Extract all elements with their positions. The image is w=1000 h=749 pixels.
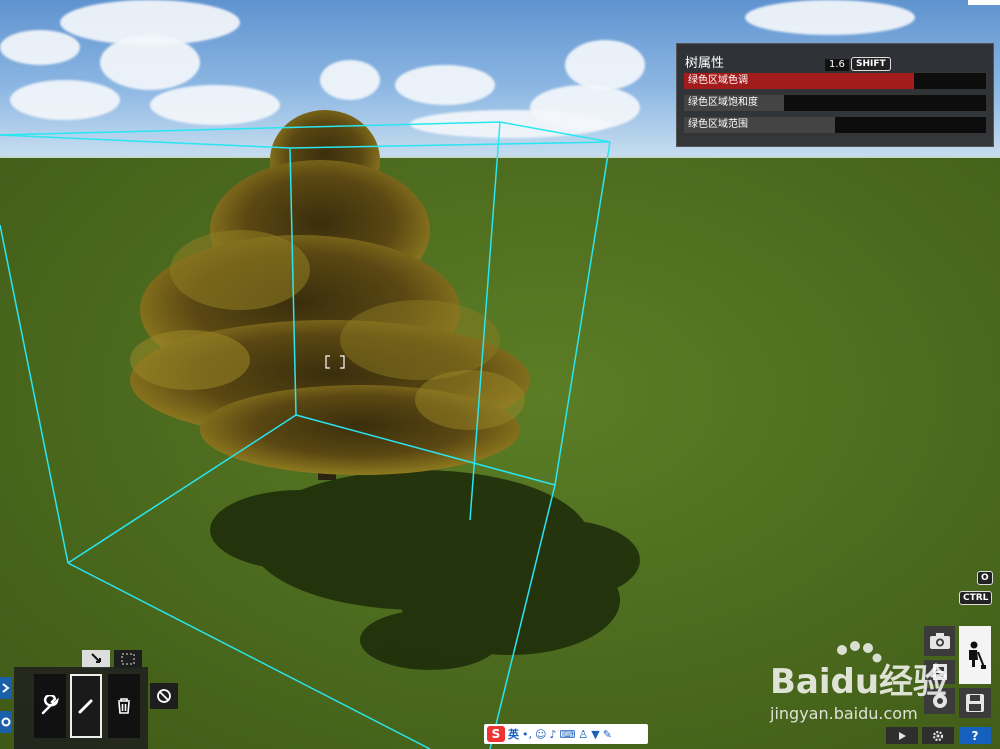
emoji-icon[interactable]: ☺ — [535, 728, 546, 741]
microphone-icon[interactable]: ♪ — [549, 728, 556, 741]
prohibit-icon — [157, 689, 171, 703]
help-button[interactable]: ? — [959, 727, 991, 744]
chevron-right-icon — [2, 683, 10, 693]
nav-rotate-button[interactable] — [0, 711, 12, 733]
edit-toolbar — [14, 667, 148, 749]
panel-title: 树属性 — [685, 56, 725, 71]
nav-expand-button[interactable] — [0, 677, 12, 699]
gear-icon — [932, 730, 944, 741]
tool-settings-button[interactable] — [34, 674, 66, 738]
settings-button[interactable] — [922, 727, 954, 744]
terrain-edit-button[interactable] — [959, 626, 991, 684]
panel-value: 1.6 — [825, 59, 849, 71]
play-button[interactable] — [886, 727, 918, 744]
slider-green-range[interactable]: 绿色区域范围 — [683, 116, 987, 134]
cursor-arrow-icon — [91, 653, 101, 663]
wrench-icon — [41, 695, 59, 715]
shift-key-hint: SHIFT — [851, 57, 891, 71]
slider-label: 绿色区域饱和度 — [688, 97, 758, 108]
o-key-hint: O — [977, 571, 993, 585]
baidu-watermark: Baidu经验 jingyan.baidu.com — [770, 640, 950, 723]
save-button[interactable] — [959, 688, 991, 718]
trash-icon — [118, 698, 130, 714]
corner-tab[interactable] — [968, 0, 1000, 5]
rotate-icon — [1, 717, 11, 727]
baidu-brand-logo: Baidu经验 — [770, 662, 948, 702]
floppy-disk-icon — [966, 694, 984, 712]
user-icon[interactable]: ♙ — [578, 728, 588, 741]
ime-language[interactable]: 英 — [508, 726, 519, 742]
tree-properties-panel: 树属性 1.6 SHIFT 绿色区域色调 绿色区域饱和度 绿色区域范围 — [676, 43, 994, 147]
tree-foliage — [130, 110, 530, 475]
tree-shadow — [210, 470, 640, 670]
slider-label: 绿色区域范围 — [688, 119, 748, 130]
slider-green-hue[interactable]: 绿色区域色调 — [683, 72, 987, 90]
ctrl-key-hint: CTRL — [959, 591, 993, 605]
tool-edit-button[interactable] — [70, 674, 102, 738]
sogou-logo-icon: S — [487, 726, 505, 742]
keyboard-icon[interactable]: ⌨ — [560, 728, 576, 741]
slider-label: 绿色区域色调 — [688, 75, 748, 86]
ime-toolbar[interactable]: S 英 •, ☺ ♪ ⌨ ♙ ▼ ✎ — [484, 724, 648, 744]
pencil-icon — [78, 699, 93, 714]
question-mark-icon: ? — [971, 728, 979, 743]
slider-green-saturation[interactable]: 绿色区域饱和度 — [683, 94, 987, 112]
settings-wrench-icon[interactable]: ✎ — [603, 728, 612, 741]
play-icon — [899, 731, 906, 740]
digging-worker-icon — [969, 641, 986, 669]
marquee-select-icon — [121, 653, 135, 665]
tab-box-select-mode[interactable] — [114, 650, 142, 668]
tab-select-mode[interactable] — [82, 650, 110, 668]
cancel-button[interactable] — [150, 683, 178, 709]
tool-delete-button[interactable] — [108, 674, 140, 738]
watermark-url: jingyan.baidu.com — [770, 704, 918, 723]
punctuation-icon[interactable]: •, — [522, 728, 532, 741]
skin-shirt-icon[interactable]: ▼ — [591, 728, 599, 741]
